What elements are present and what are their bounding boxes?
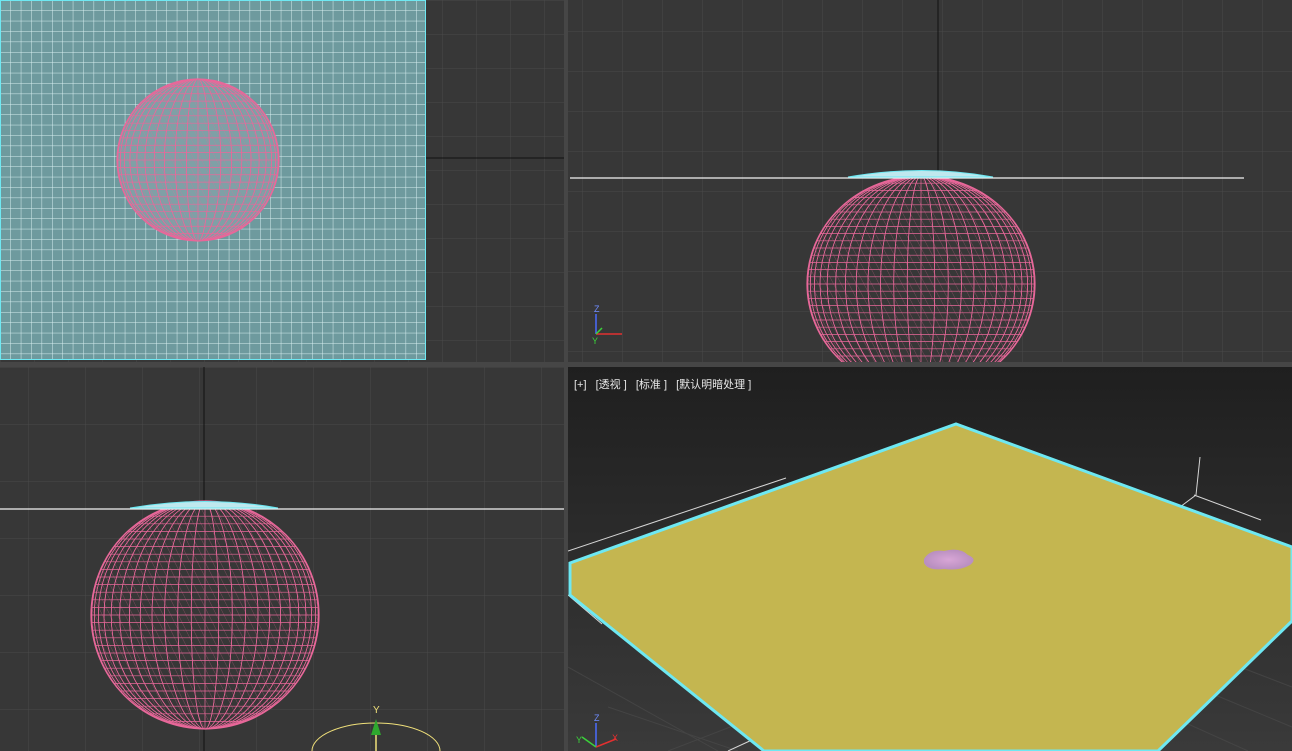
viewport-lighting-menu[interactable]: [默认明暗处理 ] xyxy=(676,379,751,391)
persp-axis-z-label: Z xyxy=(594,713,600,723)
viewport-left[interactable]: Y xyxy=(0,367,564,751)
viewport-shading-menu[interactable]: [标准 ] xyxy=(636,379,667,391)
tripod-y-label: Y xyxy=(373,705,380,716)
viewport-front[interactable]: Z Y xyxy=(568,0,1292,362)
viewport-perspective-canvas: Z X Y xyxy=(568,367,1292,751)
viewport-view-menu[interactable]: [透视 ] xyxy=(596,379,627,391)
viewport-front-canvas: Z Y xyxy=(568,0,1292,362)
viewport-menu-button[interactable]: [+] xyxy=(574,379,587,391)
viewport-top-canvas xyxy=(0,0,564,362)
axis-z-label: Z xyxy=(594,304,600,314)
axis-y-label: Y xyxy=(592,336,598,346)
persp-axis-x-label: X xyxy=(612,733,618,743)
viewport-perspective[interactable]: Z X Y [+] [透视 ] [标准 ] [默认明暗处理 ] xyxy=(568,367,1292,751)
viewport-left-canvas: Y xyxy=(0,367,564,751)
persp-axis-y-label: Y xyxy=(576,735,582,745)
max-viewport-layout: Z Y Y Z X Y [+] [透视] [标准] [默认明暗处理] xyxy=(0,0,1292,751)
perspective-viewport-label: [+] [透视 ] [标准 ] [默认明暗处理 ] xyxy=(574,376,757,392)
viewport-top[interactable] xyxy=(0,0,564,362)
